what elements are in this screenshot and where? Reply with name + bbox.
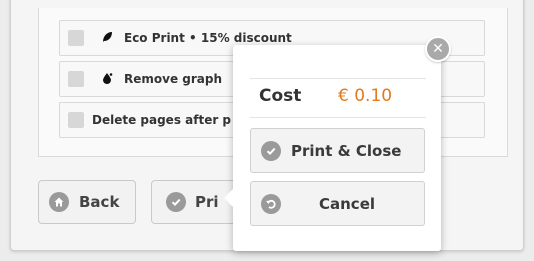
cost-value: € 0.10	[338, 86, 393, 106]
close-icon[interactable]: ✕	[425, 36, 451, 62]
print-and-close-label: Print & Close	[291, 141, 402, 160]
eco-print-label: Eco Print • 15% discount	[124, 31, 292, 45]
home-icon	[49, 192, 69, 212]
remove-graphics-checkbox[interactable]	[68, 71, 84, 87]
print-button-label: Pri	[195, 193, 219, 211]
print-and-close-button[interactable]: Print & Close	[250, 128, 425, 173]
cost-label: Cost	[259, 86, 302, 106]
delete-pages-checkbox[interactable]	[68, 112, 84, 128]
undo-icon	[261, 193, 281, 214]
back-button[interactable]: Back	[38, 180, 136, 224]
leaf-icon	[100, 31, 114, 46]
eco-print-checkbox[interactable]	[68, 30, 84, 46]
ink-drop-icon	[100, 72, 114, 87]
popup-arrow	[224, 188, 234, 208]
delete-pages-label: Delete pages after p	[92, 113, 232, 127]
check-icon	[261, 140, 281, 161]
cancel-label: Cancel	[319, 194, 376, 213]
cancel-button[interactable]: Cancel	[250, 181, 425, 226]
remove-graphics-label: Remove graph	[124, 72, 223, 86]
check-icon	[166, 192, 186, 212]
back-button-label: Back	[79, 193, 120, 211]
